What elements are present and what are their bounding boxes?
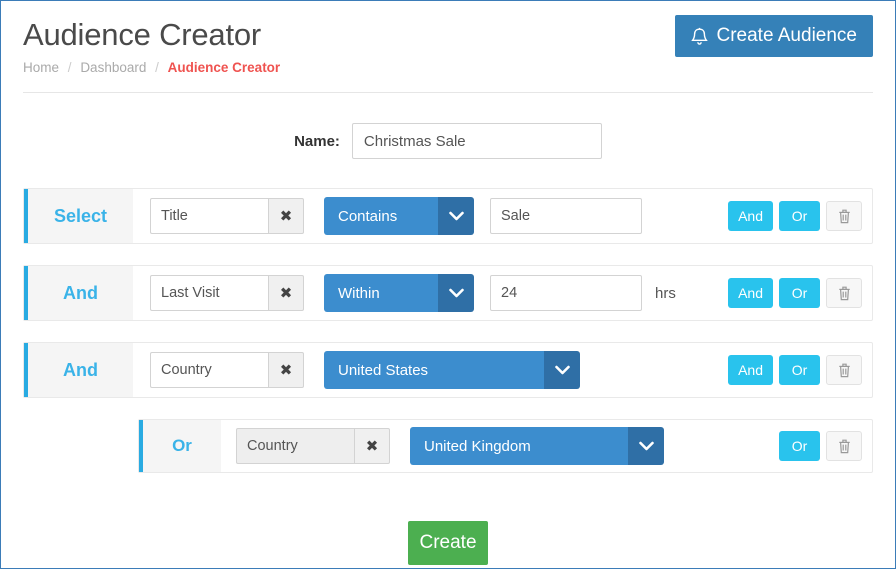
add-or-button[interactable]: Or bbox=[779, 278, 820, 308]
clear-field-icon[interactable]: ✖ bbox=[268, 275, 304, 311]
chevron-down-icon bbox=[438, 197, 474, 235]
value-input[interactable] bbox=[490, 198, 642, 234]
clear-field-icon[interactable]: ✖ bbox=[354, 428, 390, 464]
breadcrumb: Home / Dashboard / Audience Creator bbox=[23, 60, 873, 76]
rules-list: Select ✖ Contains And Or bbox=[1, 188, 895, 473]
delete-rule-button[interactable] bbox=[826, 278, 862, 308]
field-group: ✖ bbox=[150, 198, 304, 234]
operator-dropdown-label: Within bbox=[324, 274, 438, 312]
rule-actions: And Or bbox=[728, 355, 862, 385]
delete-rule-button[interactable] bbox=[826, 431, 862, 461]
operator-dropdown[interactable]: United States bbox=[324, 351, 580, 389]
value-unit-label: hrs bbox=[655, 284, 676, 302]
create-audience-button[interactable]: Create Audience bbox=[674, 15, 873, 57]
rule-body: ✖ United Kingdom Or bbox=[221, 420, 872, 472]
field-input[interactable] bbox=[150, 275, 268, 311]
clear-field-icon[interactable]: ✖ bbox=[268, 198, 304, 234]
rule-label: Select bbox=[28, 189, 133, 243]
operator-dropdown-label: United Kingdom bbox=[410, 427, 628, 465]
chevron-down-icon bbox=[628, 427, 664, 465]
add-or-button[interactable]: Or bbox=[779, 355, 820, 385]
rule-row: And ✖ United States And Or bbox=[23, 342, 873, 398]
field-group: ✖ bbox=[150, 275, 304, 311]
nested-rule-row: Or ✖ United Kingdom Or bbox=[138, 419, 873, 473]
add-or-button[interactable]: Or bbox=[779, 431, 820, 461]
rule-label: Or bbox=[143, 420, 221, 472]
breadcrumb-item-dashboard[interactable]: Dashboard bbox=[80, 60, 146, 75]
field-group: ✖ bbox=[150, 352, 304, 388]
add-or-button[interactable]: Or bbox=[779, 201, 820, 231]
delete-rule-button[interactable] bbox=[826, 201, 862, 231]
name-row: Name: bbox=[1, 123, 895, 159]
value-input[interactable] bbox=[490, 275, 642, 311]
chevron-down-icon bbox=[544, 351, 580, 389]
field-input[interactable] bbox=[150, 198, 268, 234]
rule-body: ✖ Within hrs And Or bbox=[133, 266, 872, 320]
rule-label: And bbox=[28, 343, 133, 397]
rule-actions: And Or bbox=[728, 201, 862, 231]
operator-dropdown[interactable]: United Kingdom bbox=[410, 427, 664, 465]
rule-actions: Or bbox=[779, 431, 862, 461]
chevron-down-icon bbox=[438, 274, 474, 312]
name-input[interactable] bbox=[351, 123, 602, 159]
bell-icon bbox=[690, 27, 708, 46]
rule-row: And ✖ Within hrs And Or bbox=[23, 265, 873, 321]
add-and-button[interactable]: And bbox=[728, 201, 773, 231]
rule-body: ✖ Contains And Or bbox=[133, 189, 872, 243]
operator-dropdown-label: Contains bbox=[324, 197, 438, 235]
operator-dropdown-label: United States bbox=[324, 351, 544, 389]
rule-label: And bbox=[28, 266, 133, 320]
rule-body: ✖ United States And Or bbox=[133, 343, 872, 397]
create-button[interactable]: Create bbox=[408, 521, 488, 565]
field-group: ✖ bbox=[236, 428, 390, 464]
field-input[interactable] bbox=[236, 428, 354, 464]
breadcrumb-item-home[interactable]: Home bbox=[23, 60, 59, 75]
rule-actions: And Or bbox=[728, 278, 862, 308]
breadcrumb-separator: / bbox=[155, 60, 159, 75]
breadcrumb-item-audience-creator: Audience Creator bbox=[167, 60, 281, 75]
create-audience-button-label: Create Audience bbox=[716, 25, 858, 46]
operator-dropdown[interactable]: Contains bbox=[324, 197, 474, 235]
add-and-button[interactable]: And bbox=[728, 278, 773, 308]
add-and-button[interactable]: And bbox=[728, 355, 773, 385]
field-input[interactable] bbox=[150, 352, 268, 388]
clear-field-icon[interactable]: ✖ bbox=[268, 352, 304, 388]
footer: Create bbox=[1, 521, 895, 565]
header-divider bbox=[23, 92, 873, 93]
operator-dropdown[interactable]: Within bbox=[324, 274, 474, 312]
delete-rule-button[interactable] bbox=[826, 355, 862, 385]
rule-row: Select ✖ Contains And Or bbox=[23, 188, 873, 244]
name-label: Name: bbox=[294, 132, 340, 150]
breadcrumb-separator: / bbox=[67, 60, 72, 75]
page-header: Audience Creator Home / Dashboard / Audi… bbox=[1, 1, 895, 87]
audience-creator-page: Audience Creator Home / Dashboard / Audi… bbox=[0, 0, 896, 569]
